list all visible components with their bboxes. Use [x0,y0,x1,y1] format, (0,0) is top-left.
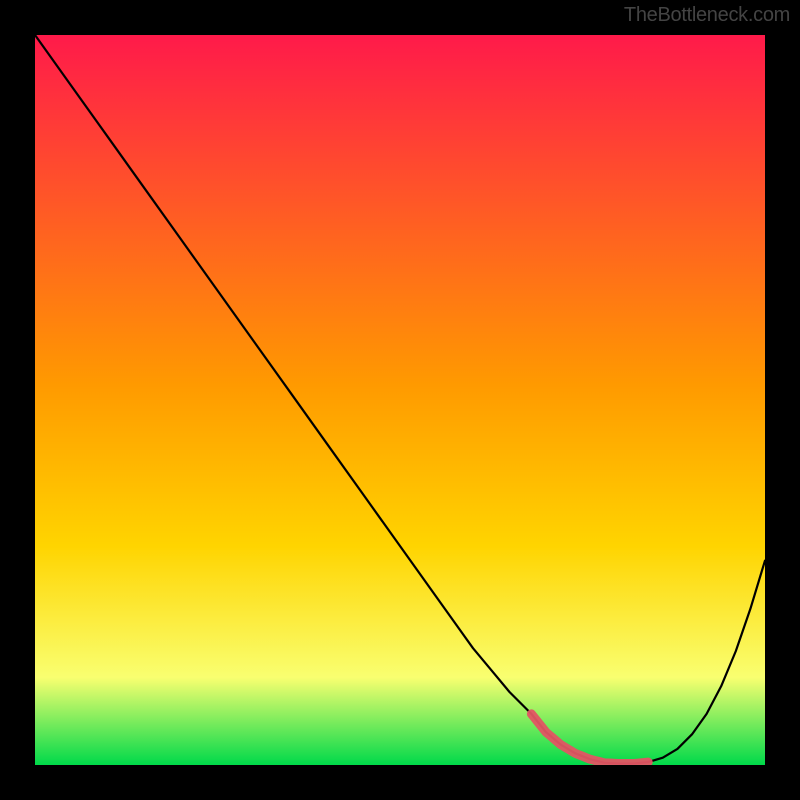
chart-container: TheBottleneck.com [0,0,800,800]
watermark-text: TheBottleneck.com [624,4,790,27]
chart-background [35,35,765,765]
plot-area [35,35,765,765]
chart-svg [35,35,765,765]
